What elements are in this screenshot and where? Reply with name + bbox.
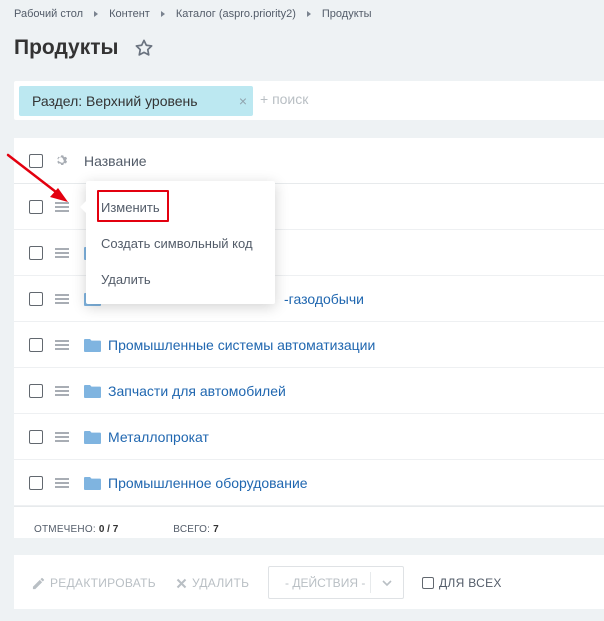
folder-icon [84, 476, 101, 490]
edit-button[interactable]: РЕДАКТИРОВАТЬ [32, 576, 156, 590]
row-name-link[interactable]: -газодобычи [284, 291, 364, 307]
row-menu-icon[interactable] [55, 293, 69, 304]
breadcrumb-item-content[interactable]: Контент [109, 8, 150, 20]
edit-button-label: РЕДАКТИРОВАТЬ [50, 576, 156, 590]
breadcrumb-item-desktop[interactable]: Рабочий стол [14, 8, 83, 20]
column-title-name[interactable]: Название [84, 153, 147, 169]
row-name-link[interactable]: Запчасти для автомобилей [108, 383, 286, 399]
row-name-link[interactable]: Промышленное оборудование [108, 475, 308, 491]
grid-header: Название [14, 138, 604, 184]
actions-select-value: - ДЕЙСТВИЯ - [285, 575, 366, 590]
search-input[interactable] [260, 91, 460, 107]
total-count-value: 7 [213, 524, 219, 535]
filter-chip-label: Раздел: Верхний уровень [32, 93, 198, 109]
row-menu-icon[interactable] [55, 339, 69, 350]
breadcrumb-item-products[interactable]: Продукты [322, 8, 372, 20]
close-icon[interactable]: × [239, 93, 247, 109]
filter-chip-section[interactable]: Раздел: Верхний уровень × [19, 86, 253, 116]
folder-icon [84, 384, 101, 398]
row-menu-icon[interactable] [55, 385, 69, 396]
breadcrumb-separator-icon [94, 11, 99, 17]
table-row: Промышленное оборудование [14, 460, 604, 506]
for-all-label: ДЛЯ ВСЕХ [439, 576, 502, 590]
table-row: Запчасти для автомобилей [14, 368, 604, 414]
close-icon [176, 578, 187, 588]
table-row: Металлопрокат [14, 414, 604, 460]
breadcrumb: Рабочий стол Контент Каталог (aspro.prio… [14, 8, 372, 20]
breadcrumb-separator-icon [306, 11, 311, 17]
select-divider [370, 572, 371, 593]
menu-item-create-code[interactable]: Создать символьный код [101, 236, 253, 251]
for-all-checkbox-box[interactable] [422, 577, 434, 589]
menu-item-delete[interactable]: Удалить [101, 272, 151, 287]
title-row: Продукты [14, 36, 154, 60]
table-row: Промышленные системы автоматизации [14, 322, 604, 368]
row-menu-icon[interactable] [55, 431, 69, 442]
row-checkbox[interactable] [29, 291, 43, 306]
actions-select[interactable]: - ДЕЙСТВИЯ - [268, 566, 404, 599]
row-checkbox[interactable] [29, 337, 43, 352]
delete-button-label: УДАЛИТЬ [192, 576, 250, 590]
breadcrumb-separator-icon [160, 11, 165, 17]
actions-bar: РЕДАКТИРОВАТЬ УДАЛИТЬ - ДЕЙСТВИЯ - ДЛЯ В… [14, 555, 604, 609]
folder-icon [84, 430, 101, 444]
selected-count-value: 0 / 7 [98, 524, 119, 535]
row-checkbox[interactable] [29, 383, 43, 398]
row-name-link[interactable]: Металлопрокат [108, 429, 209, 445]
total-count-label: ВСЕГО: [173, 524, 211, 535]
chevron-down-icon [382, 580, 392, 587]
row-checkbox[interactable] [29, 429, 43, 444]
star-icon[interactable] [134, 38, 154, 58]
selected-count-label: ОТМЕЧЕНО: [34, 524, 96, 535]
filter-bar: Раздел: Верхний уровень × [14, 81, 604, 120]
grid-footer: ОТМЕЧЕНО: 0 / 7 ВСЕГО: 7 [14, 506, 604, 552]
page-title: Продукты [14, 36, 119, 59]
highlight-box [97, 190, 169, 222]
row-menu-icon[interactable] [55, 247, 69, 258]
for-all-checkbox[interactable]: ДЛЯ ВСЕХ [422, 576, 502, 590]
pencil-icon [32, 577, 45, 589]
folder-icon [84, 338, 101, 352]
breadcrumb-item-catalog[interactable]: Каталог (aspro.priority2) [176, 8, 296, 20]
row-menu-icon[interactable] [55, 477, 69, 488]
delete-button[interactable]: УДАЛИТЬ [176, 576, 249, 590]
row-checkbox[interactable] [29, 245, 43, 260]
row-name-link[interactable]: Промышленные системы автоматизации [108, 337, 375, 353]
row-checkbox[interactable] [29, 475, 43, 490]
red-arrow-icon [6, 153, 68, 202]
